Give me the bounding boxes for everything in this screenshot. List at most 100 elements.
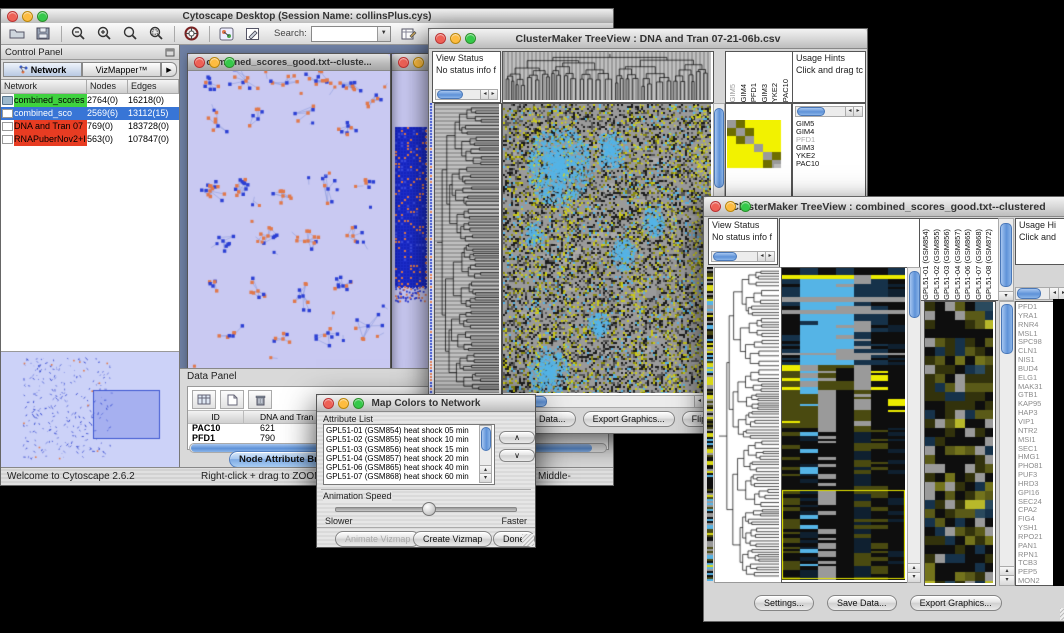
annotation-icon[interactable] bbox=[242, 25, 262, 42]
attribute-list-item[interactable]: GPL51-03 (GSM856) heat shock 15 min bbox=[326, 445, 494, 454]
gene-label[interactable]: GTB1 bbox=[1018, 391, 1054, 400]
network-table-row[interactable]: DNA and Tran 07 769(0) 183728(0) bbox=[1, 120, 179, 133]
zoom-out-icon[interactable] bbox=[68, 25, 88, 42]
resize-grip[interactable] bbox=[1060, 608, 1064, 620]
gene-label[interactable]: MSI1 bbox=[1018, 436, 1054, 445]
network-table-row[interactable]: combined_scores 2764(0) 16218(0) bbox=[1, 94, 179, 107]
minimize-icon[interactable] bbox=[209, 57, 220, 68]
gene-label[interactable]: CLN1 bbox=[1018, 347, 1054, 356]
attribute-list-item[interactable]: GPL51-06 (GSM865) heat shock 40 min bbox=[326, 463, 494, 472]
gene-label[interactable]: KAP95 bbox=[1018, 400, 1054, 409]
minimize-icon[interactable] bbox=[338, 398, 349, 409]
minimize-icon[interactable] bbox=[22, 11, 33, 22]
delete-attribute-icon[interactable] bbox=[248, 390, 272, 409]
gene-label[interactable]: YKE2 bbox=[796, 152, 865, 160]
zoom-window-icon[interactable] bbox=[353, 398, 364, 409]
gene-label[interactable]: RPO21 bbox=[1018, 533, 1054, 542]
tab-network[interactable]: Network bbox=[3, 62, 82, 77]
tv2-labels-scrollbar[interactable]: ▾ bbox=[998, 218, 1014, 301]
zoom-selected-icon[interactable] bbox=[120, 25, 140, 42]
attribute-list-item[interactable]: GPL51-07 (GSM868) heat shock 60 min bbox=[326, 472, 494, 481]
help-lifering-icon[interactable] bbox=[181, 25, 201, 42]
open-icon[interactable] bbox=[7, 25, 27, 42]
gene-label[interactable]: SEC1 bbox=[1018, 445, 1054, 454]
gene-label[interactable]: HAP3 bbox=[1018, 409, 1054, 418]
tv1-status-scrollbar[interactable]: ◂▸ bbox=[435, 89, 498, 100]
tab-vizmapper[interactable]: VizMapper™ bbox=[82, 62, 161, 77]
overview-canvas[interactable] bbox=[1, 352, 178, 466]
close-icon[interactable] bbox=[435, 33, 446, 44]
gene-label[interactable]: GPI16 bbox=[1018, 489, 1054, 498]
minimize-icon[interactable] bbox=[413, 57, 424, 68]
gene-label[interactable]: ELG1 bbox=[1018, 374, 1054, 383]
create-vizmap-button[interactable]: Create Vizmap bbox=[413, 531, 492, 547]
close-icon[interactable] bbox=[398, 57, 409, 68]
attribute-list-scrollbar[interactable]: ▴▾ bbox=[479, 425, 492, 483]
gene-label[interactable]: HMG1 bbox=[1018, 453, 1054, 462]
attribute-list[interactable]: GPL51-01 (GSM854) heat shock 05 minGPL51… bbox=[323, 424, 495, 485]
treeview2-titlebar[interactable]: ClusterMaker TreeView : combined_scores_… bbox=[704, 197, 1064, 217]
move-down-button[interactable]: ∨ bbox=[499, 449, 535, 462]
zoom-fit-icon[interactable] bbox=[146, 25, 166, 42]
node-view-icon[interactable] bbox=[216, 25, 236, 42]
treeview-button[interactable]: Settings... bbox=[754, 595, 814, 611]
network-table-row[interactable]: RNAPuberNov2+I 563(0) 107847(0) bbox=[1, 133, 179, 146]
column-dendrogram-canvas[interactable] bbox=[503, 52, 711, 100]
gene-label[interactable]: PHO81 bbox=[1018, 462, 1054, 471]
zoom-window-icon[interactable] bbox=[465, 33, 476, 44]
gene-label[interactable]: PUF3 bbox=[1018, 471, 1054, 480]
heatmap-canvas[interactable] bbox=[503, 104, 711, 393]
gene-label[interactable]: YRA1 bbox=[1018, 312, 1054, 321]
gene-label[interactable]: PFD1 bbox=[1018, 303, 1054, 312]
dialog-titlebar[interactable]: Map Colors to Network bbox=[317, 395, 535, 412]
gene-label[interactable]: MAK31 bbox=[1018, 383, 1054, 392]
tv2-vertical-scrollbar[interactable]: ▴▾ bbox=[907, 267, 921, 583]
attribute-list-item[interactable]: GPL51-04 (GSM857) heat shock 20 min bbox=[326, 454, 494, 463]
gene-label[interactable]: PEP5 bbox=[1018, 568, 1054, 577]
gene-label[interactable]: TCB3 bbox=[1018, 559, 1054, 568]
search-field[interactable] bbox=[312, 27, 377, 41]
close-icon[interactable] bbox=[710, 201, 721, 212]
network-canvas[interactable] bbox=[188, 71, 388, 368]
gene-label[interactable]: GIM3 bbox=[796, 144, 865, 152]
main-title-bar[interactable]: Cytoscape Desktop (Session Name: collins… bbox=[1, 9, 613, 24]
treeview-button[interactable]: Export Graphics... bbox=[583, 411, 675, 427]
gene-label[interactable]: CPA2 bbox=[1018, 506, 1054, 515]
gene-label[interactable]: FIG4 bbox=[1018, 515, 1054, 524]
animation-speed-slider[interactable] bbox=[335, 507, 517, 512]
gene-label[interactable]: RNR4 bbox=[1018, 321, 1054, 330]
gene-label[interactable]: NTR2 bbox=[1018, 427, 1054, 436]
search-input[interactable]: ▼ bbox=[311, 26, 391, 42]
select-attributes-icon[interactable] bbox=[192, 390, 216, 409]
heatmap-canvas[interactable] bbox=[782, 268, 905, 580]
resize-grip[interactable] bbox=[522, 534, 534, 546]
attribute-editor-icon[interactable] bbox=[399, 25, 419, 42]
detail-heatmap-canvas[interactable] bbox=[925, 302, 993, 583]
tv2-detail-scrollbar[interactable]: ▴▾ bbox=[999, 301, 1015, 586]
attribute-list-item[interactable]: GPL51-02 (GSM855) heat shock 10 min bbox=[326, 435, 494, 444]
new-attribute-icon[interactable] bbox=[220, 390, 244, 409]
close-icon[interactable] bbox=[194, 57, 205, 68]
detail-heatmap-canvas[interactable] bbox=[727, 120, 783, 186]
zoom-window-icon[interactable] bbox=[740, 201, 751, 212]
close-icon[interactable] bbox=[7, 11, 18, 22]
gene-label[interactable]: GIM4 bbox=[796, 128, 865, 136]
zoom-window-icon[interactable] bbox=[37, 11, 48, 22]
slider-thumb[interactable] bbox=[422, 502, 436, 516]
row-dendrogram-canvas[interactable] bbox=[435, 104, 499, 393]
gene-label[interactable]: MON2 bbox=[1018, 577, 1054, 586]
float-panel-icon[interactable] bbox=[165, 48, 175, 57]
gene-label[interactable]: BUD4 bbox=[1018, 365, 1054, 374]
gene-label[interactable]: GIM5 bbox=[796, 120, 865, 128]
gene-label[interactable]: HRD3 bbox=[1018, 480, 1054, 489]
gene-label[interactable]: NIS1 bbox=[1018, 356, 1054, 365]
gene-label[interactable]: PAN1 bbox=[1018, 542, 1054, 551]
gene-label[interactable]: PAC10 bbox=[796, 160, 865, 168]
minimize-icon[interactable] bbox=[450, 33, 461, 44]
zoom-window-icon[interactable] bbox=[224, 57, 235, 68]
tv2-status-scrollbar[interactable]: ◂▸ bbox=[711, 251, 775, 262]
gene-label[interactable]: PFD1 bbox=[796, 136, 865, 144]
tab-overflow-arrow[interactable]: ▶ bbox=[161, 62, 177, 77]
move-up-button[interactable]: ∧ bbox=[499, 431, 535, 444]
attribute-list-item[interactable]: GPL51-01 (GSM854) heat shock 05 min bbox=[326, 426, 494, 435]
